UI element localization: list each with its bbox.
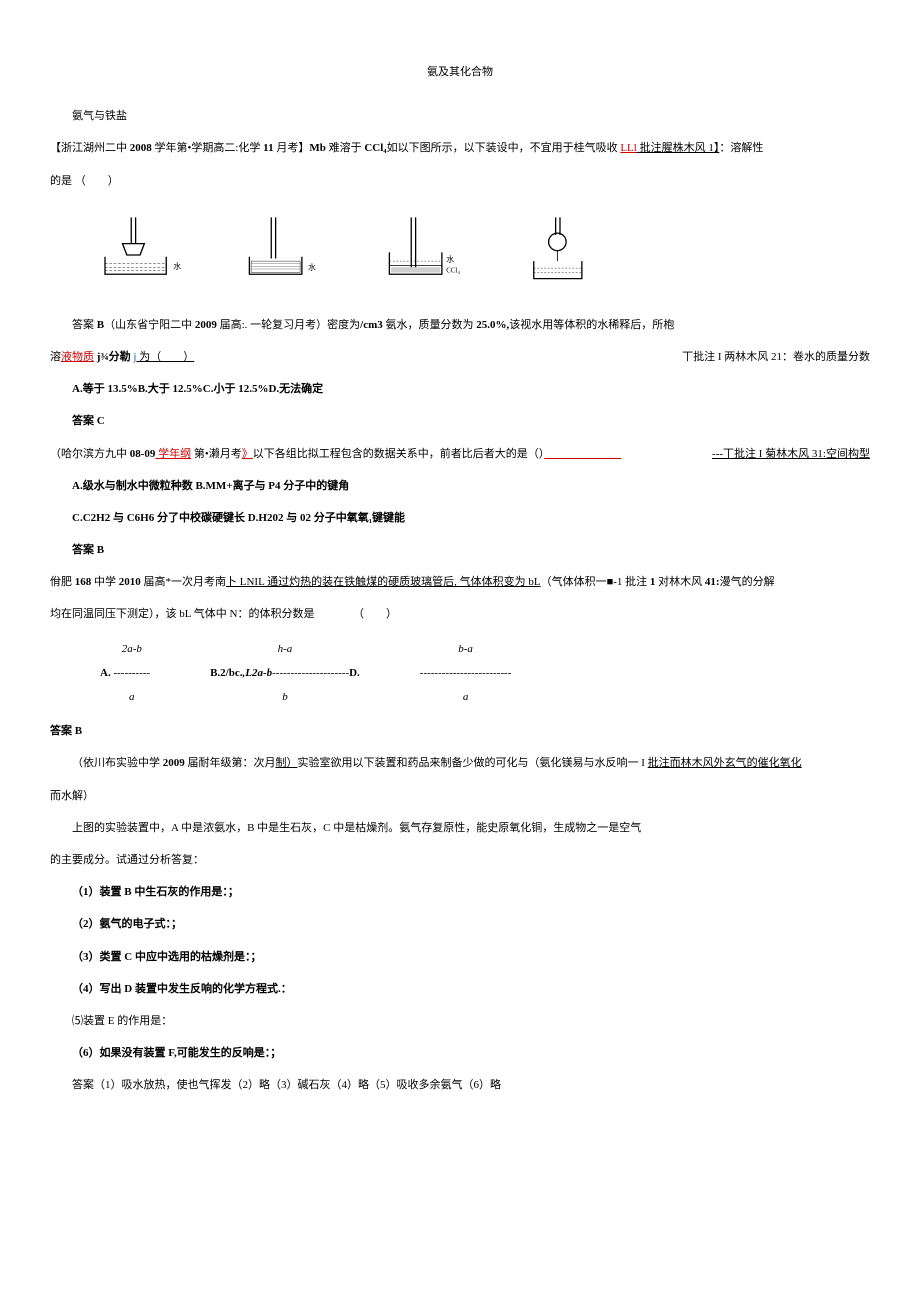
q5-item2: （2）氨气的电子式：； [50,912,870,936]
q1-mb: Mb [309,142,326,154]
q4-under1: 卜 LNIL 通过灼热的装在铁触煤的硬质玻璃管后, 气体体积变为 bL [226,576,541,588]
opt-a-bot: a [113,685,150,709]
q5-prefix: （依川布实验中学 [72,757,163,769]
fig-c-ccl4-label: CCl₄ [446,266,460,274]
q2-l2-text: 为（ ） [136,351,194,363]
q5-item3: （3）类置 C 中应中选用的枯燥剂是：； [50,945,870,969]
question-4-line1: 佾肥 168 中学 2010 届高*一次月考南卜 LNIL 通过灼热的装在铁触煤… [50,570,870,594]
q1-annotation: 批注腥株木风 1】 [637,142,720,154]
question-5-line3: 上图的实验装置中，A 中是浓氨水，B 中是生石灰，C 中是枯燥剂。氨气存复原性，… [50,816,870,840]
opt-a-top: 2a-b [113,637,150,661]
q3-annotation: ---丅批注 I 菊林木风 31:空间构型 [712,442,870,466]
q4-t3: 届高*一次月考南 [141,576,226,588]
q2-t4: 该视水用等体积的水稀释后，所枹 [509,319,674,331]
q1-mid5: ：溶解性 [719,142,763,154]
question-3-answer: 答案 B [50,538,870,562]
q2-l2-mid: j¾分勒 [94,351,133,363]
q4-t5: 对林木风 [655,576,705,588]
opt-d-top: b-a [420,637,512,661]
q3-link2[interactable]: 》 [242,448,253,460]
option-a: A. 2a-b ---------- a [100,637,150,710]
figure-c: 水 CCl₄ [370,213,470,283]
q5-t1: 届耐年级第：次月 [185,757,276,769]
q2-t2: 届高:. 一轮复习月考）密度为 [217,319,360,331]
q3-link1[interactable]: 学年纲 [155,448,191,460]
q5-item1: （1）装置 B 中生石灰的作用是：； [50,880,870,904]
q2-l2-link[interactable]: 液物质 [61,351,94,363]
q4-t2: 中学 [91,576,119,588]
fig-a-water-label: 水 [173,261,181,271]
question-4-answer: 答案 B [50,719,870,743]
q4-t4: （气体体积一■-1 批注 [541,576,650,588]
question-2-answer: 答案 C [50,409,870,433]
q4-t1: 佾肥 [50,576,75,588]
fig-c-water-label: 水 [446,254,454,264]
q5-u1: 制） [276,757,298,769]
q1-prefix: 【浙江湖州二中 [50,142,130,154]
doc-title: 氨及其化合物 [50,60,870,84]
q3-blank-link[interactable] [544,448,621,460]
question-2-line2: 溶液物质 j¾分勒 j 为（ ） 丅批注 I 两林木风 21：卷水的质量分数 [50,345,870,369]
question-4-options: A. 2a-b ---------- a h-a B.2/bc.,L2a-b--… [100,637,870,710]
q1-ccl4: CCl₄ [364,142,386,154]
question-4-line2: 均在同温同压下测定），该 bL 气体中 N：的体积分数是 （ ） [50,602,870,626]
q4-2010: 2010 [119,576,141,588]
question-3-line1: （哈尔滨方九中 08-09 学年纲 第•濑月考》以下各组比拟工程包含的数据关系中… [50,442,870,466]
opt-d-bot: a [420,685,512,709]
q3-t1: 第•濑月考 [191,448,242,460]
q5-u2: 批注而林木风外玄气的催化氧化 [648,757,802,769]
opt-b-bot: b [210,685,360,709]
figure-b: 水 [230,213,330,283]
question-2-line1: 答案 B（山东省宁阳二中 2009 届高:. 一轮复习月考）密度为/cm3 氨水… [50,313,870,337]
q5-item6: （6）如果没有装置 F,可能发生的反响是：； [50,1041,870,1065]
q1-mid4: 如以下图所示，以下装设中，不宜用于桂气吸收 [387,142,621,154]
figure-a: 水 [90,213,190,283]
q1-mid3: 难溶于 [326,142,365,154]
q1-month: 11 [263,142,273,154]
opt-b-label: B.2/bc. [210,667,242,679]
opt-d-label: D. [349,667,360,679]
q2-year: 2009 [195,319,217,331]
question-5-line2: 而水解） [50,784,870,808]
q2-t1: （山东省宁阳二中 [104,319,195,331]
subtitle: 氨气与铁盐 [50,104,870,128]
q5-answer: 答案（1）吸水放热，使也气挥发（2）略（3）碱石灰（4）略（5）吸收多余氨气（6… [50,1073,870,1097]
q5-year: 2009 [163,757,185,769]
question-3-opt-c: C.C2H2 与 C6H6 分了中校碳硬键长 D.H202 与 02 分子中氧氧… [50,506,870,530]
q3-year: 08-09 [130,448,156,460]
q5-t2: 实验室欲用以下装置和药品来制备少做的可化与（氨化镁易与水反响一 I [298,757,648,769]
q4-168: 168 [75,576,92,588]
figure-d [510,213,610,283]
q5-item5: ⑸装置 E 的作用是： [50,1009,870,1033]
q1-mid2: 月考】 [274,142,310,154]
option-b: h-a B.2/bc.,L2a-b---------------------D.… [210,637,360,710]
fig-b-water-label: 水 [308,262,316,272]
q5-item4: （4）写出 D 装置中发生反响的化学方程式.： [50,977,870,1001]
opt-b-mid: ,L2a-b [243,667,273,679]
question-1-line1: 【浙江湖州二中 2008 学年第•学期高二:化学 11 月考】Mb 难溶于 CC… [50,136,870,160]
q3-t2: 以下各组比拟工程包含的数据关系中，前者比后者大的是（） [253,448,545,460]
q2-cm3: /cm3 [360,319,383,331]
opt-b-top: h-a [210,637,360,661]
opt-a-label: A. [100,666,111,678]
q4-t6: 漫气的分解 [720,576,775,588]
q1-link[interactable]: LLl [620,142,637,154]
question-3-opt-a: A.级水与制水中微粒种数 B.MM+离子与 P4 分子中的键角 [50,474,870,498]
q2-ans-b: B [97,319,104,331]
apparatus-figures: 水 水 水 CCl₄ [90,213,870,283]
q2-pct: 25.0%, [476,319,509,331]
q2-prefix: 答案 [72,319,97,331]
q2-t3: 氨水，质量分数为 [383,319,477,331]
q3-prefix: （哈尔滨方九中 [50,448,130,460]
q2-l2-annotation: 丅批注 I 两林木风 21：卷水的质量分数 [682,345,870,369]
question-5-line1: （依川布实验中学 2009 届耐年级第：次月制）实验室欲用以下装置和药品来制备少… [50,751,870,775]
option-d: b-a ------------------------- a [420,637,512,710]
question-1-line2: 的是 （ ） [50,169,870,193]
q1-year: 2008 [130,142,152,154]
question-5-line4: 的主要成分。试通过分析答复： [50,848,870,872]
q4-b4: 41: [705,576,720,588]
question-2-options: A.等于 13.5%B.大于 12.5%C.小于 12.5%D.无法确定 [50,377,870,401]
q1-mid1: 学年第•学期高二:化学 [152,142,263,154]
q2-l2-pre: 溶 [50,351,61,363]
